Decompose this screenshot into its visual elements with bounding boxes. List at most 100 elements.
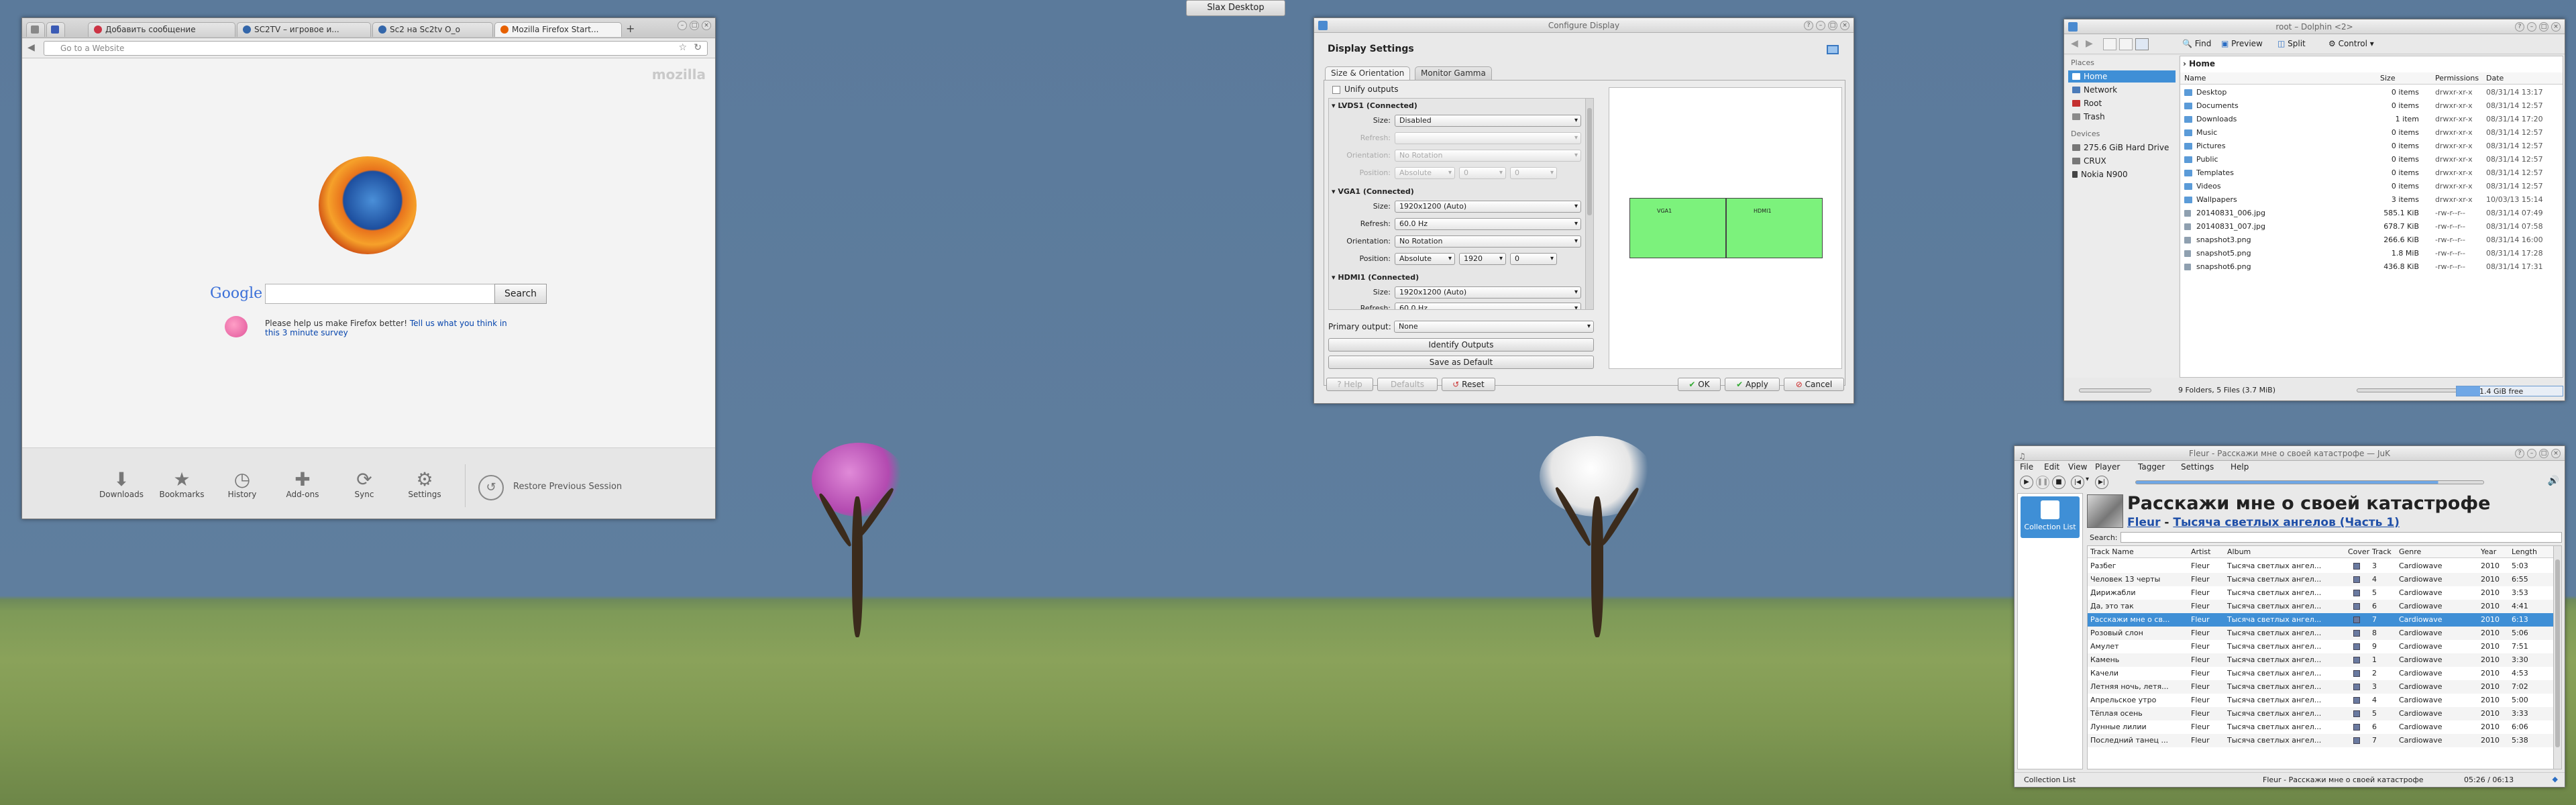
sync-button[interactable]: ⟳ Sync (340, 470, 388, 500)
file-row[interactable]: Pictures 0 items drwxr-xr-x 08/31/14 12:57 (2180, 140, 2563, 153)
help-icon[interactable]: ? (2515, 449, 2524, 458)
identify-outputs-button[interactable]: Identify Outputs (1328, 338, 1594, 352)
lvds1-position-select[interactable]: Absolute (1395, 167, 1455, 179)
maximize-icon[interactable]: □ (690, 21, 699, 30)
file-row[interactable]: Music 0 items drwxr-xr-x 08/31/14 12:57 (2180, 126, 2563, 140)
defaults-button[interactable]: Defaults (1377, 378, 1438, 391)
volume-menu-icon[interactable]: ▾ (2086, 476, 2089, 483)
addons-button[interactable]: ✚ Add-ons (278, 470, 327, 500)
new-tab-button[interactable]: + (626, 23, 639, 36)
menu-help[interactable]: Help (2231, 462, 2249, 472)
previous-icon[interactable]: |◀ (2071, 476, 2084, 489)
file-row[interactable]: Wallpapers 3 items drwxr-xr-x 10/03/13 15:1… (2180, 193, 2563, 207)
table-row[interactable]: Камень Fleur Тысяча светлых ангел... 1 Cardi… (2088, 653, 2561, 667)
output-header-hdmi1[interactable]: ▾ HDMI1 (Connected) (1332, 273, 1419, 282)
unify-checkbox[interactable] (1332, 86, 1340, 94)
close-icon[interactable]: × (2551, 449, 2561, 458)
restore-session-button[interactable]: ↺ Restore Previous Session (478, 475, 680, 502)
vga1-size-select[interactable]: 1920x1200 (Auto) (1395, 201, 1581, 213)
menu-player[interactable]: Player (2095, 462, 2120, 472)
column-track[interactable]: Track (2372, 547, 2392, 556)
maximize-icon[interactable]: □ (2539, 22, 2548, 32)
lvds1-x-spin[interactable]: 0 (1459, 167, 1506, 179)
file-row[interactable]: snapshot5.png 1.8 MiB -rw-r--r-- 08/31/14 1… (2180, 247, 2563, 260)
close-icon[interactable]: × (702, 21, 711, 30)
file-row[interactable]: snapshot6.png 436.8 KiB -rw-r--r-- 08/31/14… (2180, 260, 2563, 274)
icon-view-button[interactable] (2103, 38, 2116, 50)
find-button[interactable]: 🔍 Find (2182, 39, 2211, 48)
survey-link-2[interactable]: this 3 minute survey (265, 328, 348, 337)
slax-desktop-button[interactable]: Slax Desktop (1186, 0, 1285, 16)
vga1-x-spin[interactable]: 1920 (1459, 253, 1506, 265)
hdmi1-refresh-select[interactable]: 60.0 Hz (1395, 303, 1581, 309)
track-info-icon[interactable]: ◆ (2553, 775, 2558, 784)
preview-screen-vga1[interactable]: VGA1 (1629, 198, 1726, 258)
primary-output-select[interactable]: None (1394, 321, 1594, 333)
device-nokia[interactable]: Nokia N900 (2068, 168, 2128, 180)
output-header-vga1[interactable]: ▾ VGA1 (Connected) (1332, 187, 1414, 196)
table-row[interactable]: Разбег Fleur Тысяча светлых ангел... 3 Cardi… (2088, 559, 2561, 573)
file-row[interactable]: 20140831_007.jpg 678.7 KiB -rw-r--r-- 08/31… (2180, 220, 2563, 233)
next-icon[interactable]: ▶| (2095, 476, 2108, 489)
table-row[interactable]: Последний танец ... Fleur Тысяча светлых а… (2088, 734, 2561, 747)
maximize-icon[interactable]: □ (1828, 21, 1837, 30)
file-row[interactable]: Templates 0 items drwxr-xr-x 08/31/14 12:57 (2180, 166, 2563, 180)
scrollbar[interactable] (2553, 546, 2561, 769)
column-album[interactable]: Album (2227, 547, 2251, 556)
url-bar[interactable]: Go to a Website ☆ ↻ (44, 41, 708, 56)
column-date[interactable]: Date (2486, 74, 2504, 83)
tab-2[interactable]: SC2TV – игровое и... (237, 22, 371, 37)
album-link[interactable]: Тысяча светлых ангелов (Часть 1) (2173, 516, 2400, 529)
preview-button[interactable]: ▣ Preview (2221, 39, 2263, 48)
vga1-position-select[interactable]: Absolute (1395, 253, 1455, 265)
ok-button[interactable]: ✔ OK (1678, 378, 1721, 391)
settings-button[interactable]: ⚙ Settings (400, 470, 449, 500)
tab-3[interactable]: Sc2 на Sc2tv O_o (372, 22, 493, 37)
details-view-button[interactable] (2119, 38, 2133, 50)
help-icon[interactable]: ? (2515, 22, 2524, 32)
file-row[interactable]: Public 0 items drwxr-xr-x 08/31/14 12:57 (2180, 153, 2563, 166)
minimize-icon[interactable]: – (678, 21, 687, 30)
artist-link[interactable]: Fleur (2127, 516, 2160, 529)
table-row[interactable]: Дирижабли Fleur Тысяча светлых ангел... 5 Ca… (2088, 586, 2561, 600)
cancel-button[interactable]: ⊘ Cancel (1784, 378, 1844, 391)
place-trash[interactable]: Trash (2068, 111, 2105, 123)
control-button[interactable]: ⚙ Control ▾ (2328, 39, 2374, 48)
close-icon[interactable]: × (1840, 21, 1849, 30)
table-row[interactable]: Качели Fleur Тысяча светлых ангел... 2 Cardi… (2088, 667, 2561, 680)
place-root[interactable]: Root (2068, 97, 2102, 109)
file-row[interactable]: Videos 0 items drwxr-xr-x 08/31/14 12:57 (2180, 180, 2563, 193)
place-network[interactable]: Network (2068, 84, 2117, 96)
help-icon[interactable]: ? (1804, 21, 1813, 30)
back-icon[interactable]: ◀ (2071, 38, 2078, 49)
column-permissions[interactable]: Permissions (2435, 74, 2479, 83)
collection-list-item[interactable]: Collection List (2021, 496, 2080, 538)
lvds1-refresh-select[interactable] (1395, 132, 1581, 144)
volume-icon[interactable]: 🔊 (2548, 476, 2559, 486)
close-icon[interactable]: × (2551, 22, 2561, 32)
menu-tagger[interactable]: Tagger (2138, 462, 2165, 472)
column-genre[interactable]: Genre (2399, 547, 2421, 556)
list-view-button[interactable] (2135, 38, 2149, 50)
vga1-refresh-select[interactable]: 60.0 Hz (1395, 218, 1581, 230)
lvds1-size-select[interactable]: Disabled (1395, 115, 1581, 127)
column-artist[interactable]: Artist (2191, 547, 2210, 556)
table-row[interactable]: Амулет Fleur Тысяча светлых ангел... 9 Cardi… (2088, 640, 2561, 653)
breadcrumb[interactable]: › Home (2183, 59, 2215, 68)
vga1-y-spin[interactable]: 0 (1510, 253, 1557, 265)
downloads-button[interactable]: ⬇ Downloads (97, 470, 146, 500)
file-row[interactable]: Desktop 0 items drwxr-xr-x 08/31/14 13:17 (2180, 86, 2563, 99)
device-crux[interactable]: CRUX (2068, 155, 2106, 167)
column-track-name[interactable]: Track Name (2090, 547, 2134, 556)
survey-link[interactable]: Tell us what you think in (410, 319, 507, 328)
preview-screen-hdmi1[interactable]: HDMI1 (1726, 198, 1823, 258)
table-row[interactable]: Человек 13 черты Fleur Тысяча светлых анге… (2088, 573, 2561, 586)
icon-size-slider[interactable] (2357, 388, 2457, 392)
device-hdd[interactable]: 275.6 GiB Hard Drive (2068, 142, 2169, 154)
lvds1-y-spin[interactable]: 0 (1510, 167, 1557, 179)
search-field[interactable] (2121, 532, 2562, 543)
reload-icon[interactable]: ↻ (694, 42, 702, 53)
bookmarks-button[interactable]: ★ Bookmarks (158, 470, 206, 500)
file-row[interactable]: Documents 0 items drwxr-xr-x 08/31/14 12:57 (2180, 99, 2563, 113)
stop-icon[interactable]: ■ (2052, 476, 2065, 489)
